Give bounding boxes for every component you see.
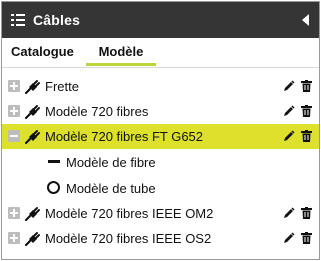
cable-tree: Frette Modèle 720 fibres Modèle 720 fibr… bbox=[2, 74, 319, 251]
tab-modele[interactable]: Modèle bbox=[86, 38, 156, 68]
tree-item[interactable]: Modèle 720 fibres bbox=[2, 99, 319, 124]
tree-item[interactable]: Modèle 720 fibres IEEE OS2 bbox=[2, 226, 319, 251]
plug-icon bbox=[24, 207, 40, 222]
pencil-icon[interactable] bbox=[283, 105, 295, 117]
collapse-icon[interactable] bbox=[8, 130, 20, 142]
trash-icon[interactable] bbox=[301, 80, 312, 92]
plug-icon bbox=[24, 130, 40, 145]
plug-icon bbox=[24, 105, 40, 120]
plug-icon bbox=[24, 80, 40, 95]
tube-circle-icon bbox=[47, 181, 60, 194]
trash-icon[interactable] bbox=[301, 207, 312, 219]
expand-icon[interactable] bbox=[8, 207, 20, 219]
tab-catalogue[interactable]: Catalogue bbox=[11, 38, 74, 68]
tab-modele-label: Modèle bbox=[98, 44, 144, 59]
trash-icon[interactable] bbox=[301, 232, 312, 244]
trash-icon[interactable] bbox=[301, 130, 312, 142]
panel-title: Câbles bbox=[33, 12, 81, 28]
tree-item[interactable]: Frette bbox=[2, 74, 319, 99]
expand-icon[interactable] bbox=[8, 232, 20, 244]
tree-item-label: Modèle 720 fibres FT G652 bbox=[45, 129, 204, 144]
tab-bar: Catalogue Modèle bbox=[2, 38, 319, 68]
tree-child-label: Modèle de tube bbox=[66, 180, 156, 196]
expand-icon[interactable] bbox=[8, 80, 20, 92]
tree-item-label: Modèle 720 fibres IEEE OS2 bbox=[45, 231, 212, 246]
collapse-panel-icon[interactable] bbox=[302, 14, 309, 26]
pencil-icon[interactable] bbox=[283, 80, 295, 92]
tree-child-item[interactable]: Modèle de tube bbox=[2, 175, 319, 201]
pencil-icon[interactable] bbox=[283, 130, 295, 142]
tree-item-label: Frette bbox=[45, 79, 79, 94]
expand-icon[interactable] bbox=[8, 105, 20, 117]
plug-icon bbox=[24, 232, 40, 247]
pencil-icon[interactable] bbox=[283, 207, 295, 219]
tree-item-label: Modèle 720 fibres IEEE OM2 bbox=[45, 206, 214, 221]
active-tab-indicator bbox=[86, 63, 156, 66]
tree-child-label: Modèle de fibre bbox=[66, 154, 156, 170]
tree-item[interactable]: Modèle 720 fibres IEEE OM2 bbox=[2, 201, 319, 226]
cables-panel: Câbles Catalogue Modèle Frette Modèle 72… bbox=[1, 1, 320, 260]
panel-header: Câbles bbox=[2, 2, 319, 38]
fiber-line-icon bbox=[48, 160, 60, 163]
list-icon bbox=[11, 14, 25, 26]
tree-child-item[interactable]: Modèle de fibre bbox=[2, 149, 319, 175]
trash-icon[interactable] bbox=[301, 105, 312, 117]
tree-item-selected[interactable]: Modèle 720 fibres FT G652 bbox=[2, 124, 319, 149]
pencil-icon[interactable] bbox=[283, 232, 295, 244]
tree-item-label: Modèle 720 fibres bbox=[45, 104, 149, 119]
